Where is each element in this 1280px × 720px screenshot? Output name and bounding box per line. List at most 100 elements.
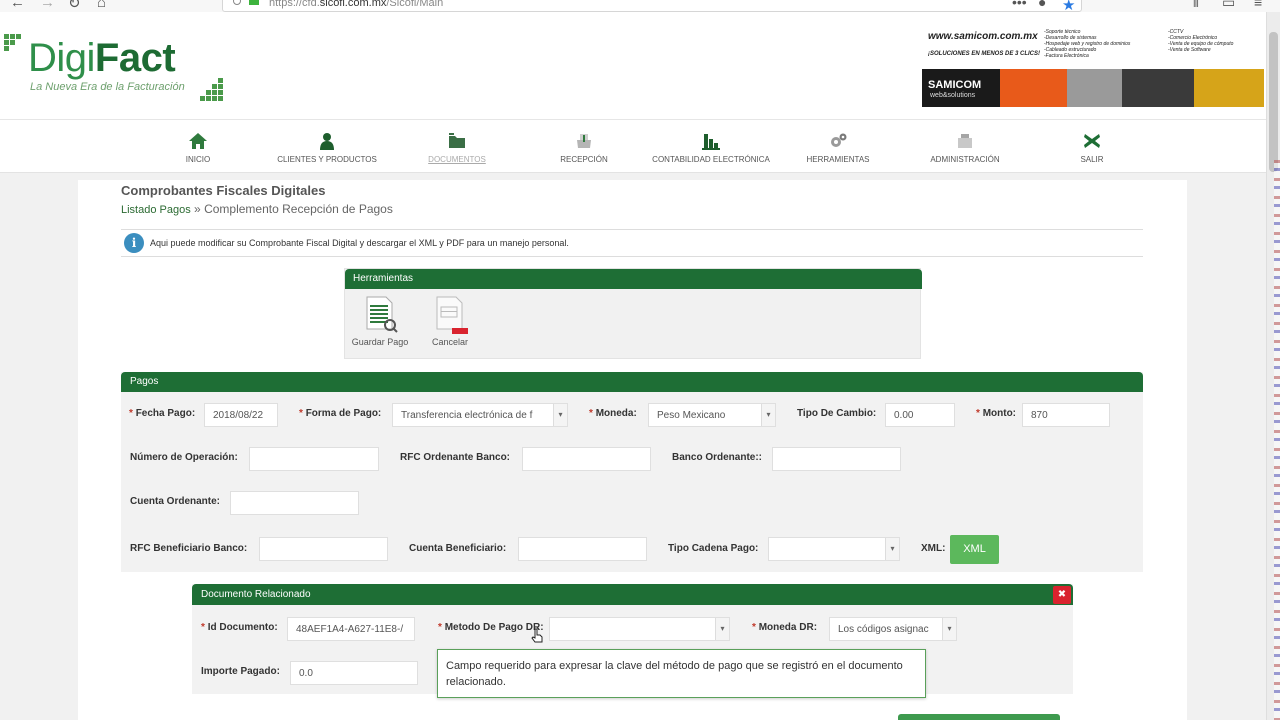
menu-item-recepcion[interactable]: RECEPCIÓN: [514, 120, 654, 172]
banner-url: www.samicom.com.mx: [928, 31, 1038, 42]
forward-icon[interactable]: →: [40, 0, 55, 11]
banner-brand-sub: web&solutions: [930, 92, 976, 99]
menu-item-contabilidad[interactable]: CONTABILIDAD ELECTRÓNICA: [641, 120, 781, 172]
tools-header: Herramientas: [345, 269, 922, 289]
secure-icon: [249, 0, 259, 5]
forma-pago-select[interactable]: Transferencia electrónica de f ▾: [392, 403, 568, 427]
folder-icon: [449, 133, 465, 148]
chevron-down-icon: ▾: [715, 618, 729, 640]
menu-item-herramientas[interactable]: HERRAMIENTAS: [768, 120, 908, 172]
xml-label: XML:: [921, 543, 946, 554]
add-document-button[interactable]: [898, 714, 1060, 720]
banco-ordenante-label: Banco Ordenante::: [672, 452, 763, 463]
url-prefix: https://cfd.: [269, 0, 320, 9]
menu-label-administracion: ADMINISTRACIÓN: [930, 155, 1000, 164]
cancel-label: Cancelar: [431, 337, 469, 347]
tipo-cadena-select[interactable]: ▾: [768, 537, 900, 561]
menu-label-contabilidad: CONTABILIDAD ELECTRÓNICA: [652, 155, 770, 164]
info-icon: i: [124, 233, 144, 253]
samicom-banner[interactable]: www.samicom.com.mx ¡SOLUCIONES EN MENOS …: [922, 29, 1264, 107]
cuenta-ordenante-input[interactable]: [230, 491, 359, 515]
save-payment-label: Guardar Pago: [351, 337, 409, 347]
browser-toolbar: ← → ↻ ⌂ https://cfd.sicofi.com.mx/Sicofi…: [0, 0, 1280, 12]
moneda-dr-label: * Moneda DR:: [752, 622, 818, 633]
moneda-value: Peso Mexicano: [657, 410, 726, 421]
home-icon[interactable]: ⌂: [97, 0, 106, 11]
importe-pagado-input[interactable]: 0.0: [290, 661, 418, 685]
scrollbar-thumb[interactable]: [1269, 32, 1278, 172]
id-documento-label: * Id Documento:: [201, 622, 278, 633]
logo-name-part2: Fact: [94, 36, 176, 80]
menu-item-clientes-productos[interactable]: CLIENTES Y PRODUCTOS: [257, 120, 397, 172]
menu-label-herramientas: HERRAMIENTAS: [806, 155, 870, 164]
page-title: Comprobantes Fiscales Digitales: [121, 183, 326, 198]
tipo-cambio-label: Tipo De Cambio:: [797, 408, 877, 419]
rfc-ordenante-input[interactable]: [522, 447, 651, 471]
gears-icon: [831, 133, 847, 147]
close-section-button[interactable]: ✖: [1053, 586, 1071, 604]
menu-item-salir[interactable]: SALIR: [1022, 120, 1162, 172]
save-payment-button[interactable]: Guardar Pago: [345, 293, 415, 353]
rfc-ordenante-label: RFC Ordenante Banco:: [400, 452, 511, 463]
chevron-down-icon: ▾: [761, 404, 775, 426]
cancel-button[interactable]: Cancelar: [415, 293, 485, 353]
field-tooltip: Campo requerido para expresar la clave d…: [437, 649, 926, 698]
exit-x-icon: [1084, 134, 1100, 148]
forma-pago-label: * Forma de Pago:: [299, 408, 382, 419]
user-icon: [320, 133, 334, 150]
metodo-pago-dr-select[interactable]: ▾: [549, 617, 730, 641]
sidebar-icon[interactable]: ▭: [1222, 0, 1235, 11]
menu-item-administracion[interactable]: ADMINISTRACIÓN: [895, 120, 1035, 172]
moneda-select[interactable]: Peso Mexicano ▾: [648, 403, 776, 427]
logo-tagline: La Nueva Era de la Facturación: [30, 81, 185, 93]
menu-label-salir: SALIR: [1080, 155, 1104, 164]
site-header: DigiFact La Nueva Era de la Facturación …: [0, 12, 1266, 120]
menu-label-clientes: CLIENTES Y PRODUCTOS: [277, 155, 377, 164]
cuenta-beneficiario-input[interactable]: [518, 537, 647, 561]
banner-slogan: ¡SOLUCIONES EN MENOS DE 3 CLICS!: [928, 51, 1041, 57]
moneda-dr-select[interactable]: Los códigos asignac ▾: [829, 617, 957, 641]
url-path: /Sicofi/Main: [386, 0, 444, 9]
menu-label-inicio: INICIO: [185, 155, 211, 164]
tipo-cambio-input[interactable]: 0.00: [885, 403, 955, 427]
banner-brand: SAMICOM: [928, 79, 982, 91]
inbox-icon: [577, 134, 591, 148]
importe-pagado-label: Importe Pagado:: [201, 666, 280, 677]
chevron-down-icon: ▾: [553, 404, 567, 426]
banco-ordenante-input[interactable]: [772, 447, 901, 471]
moneda-label: * Moneda:: [589, 408, 637, 419]
breadcrumb-link-listado-pagos[interactable]: Listado Pagos: [121, 204, 191, 216]
address-bar[interactable]: https://cfd.sicofi.com.mx/Sicofi/Main: [222, 0, 1082, 12]
more-icon[interactable]: •••: [1012, 0, 1027, 10]
rfc-beneficiario-label: RFC Beneficiario Banco:: [130, 543, 248, 554]
metodo-pago-dr-label: * Metodo De Pago DR:: [438, 622, 544, 633]
reload-icon[interactable]: ↻: [68, 0, 81, 12]
info-icon[interactable]: [233, 0, 241, 5]
menu-item-documentos[interactable]: DOCUMENTOS: [387, 120, 527, 172]
info-bar: i Aqui puede modificar su Comprobante Fi…: [121, 229, 1143, 257]
hamburger-menu-icon[interactable]: ≡: [1254, 0, 1262, 10]
pagos-header: Pagos: [121, 372, 1143, 392]
breadcrumb-separator: »: [190, 202, 205, 216]
main-menu: INICIO CLIENTES Y PRODUCTOS DOCUMENTOS R…: [0, 120, 1266, 173]
save-document-icon: [366, 296, 398, 333]
menu-label-documentos: DOCUMENTOS: [428, 155, 486, 164]
bookmark-star-icon[interactable]: ★: [1062, 0, 1076, 12]
xml-upload-button[interactable]: XML: [950, 535, 999, 564]
monto-input[interactable]: 870: [1022, 403, 1110, 427]
id-documento-input[interactable]: 48AEF1A4-A627-11E8-/: [287, 617, 415, 641]
decorative-strip: [1274, 160, 1280, 720]
forma-pago-value: Transferencia electrónica de f: [401, 410, 533, 421]
cuenta-ordenante-label: Cuenta Ordenante:: [130, 496, 221, 507]
menu-item-inicio[interactable]: INICIO: [128, 120, 268, 172]
rfc-beneficiario-input[interactable]: [259, 537, 388, 561]
back-icon[interactable]: ←: [10, 0, 25, 11]
logo-name-part1: Digi: [28, 36, 95, 80]
tipo-cadena-label: Tipo Cadena Pago:: [668, 543, 759, 554]
pocket-icon[interactable]: ●: [1038, 0, 1046, 10]
numero-operacion-input[interactable]: [249, 447, 379, 471]
cancel-document-icon: [436, 296, 468, 334]
admin-icon: [958, 134, 972, 148]
fecha-pago-input[interactable]: 2018/08/22: [204, 403, 278, 427]
library-icon[interactable]: ⫴: [1193, 0, 1199, 11]
